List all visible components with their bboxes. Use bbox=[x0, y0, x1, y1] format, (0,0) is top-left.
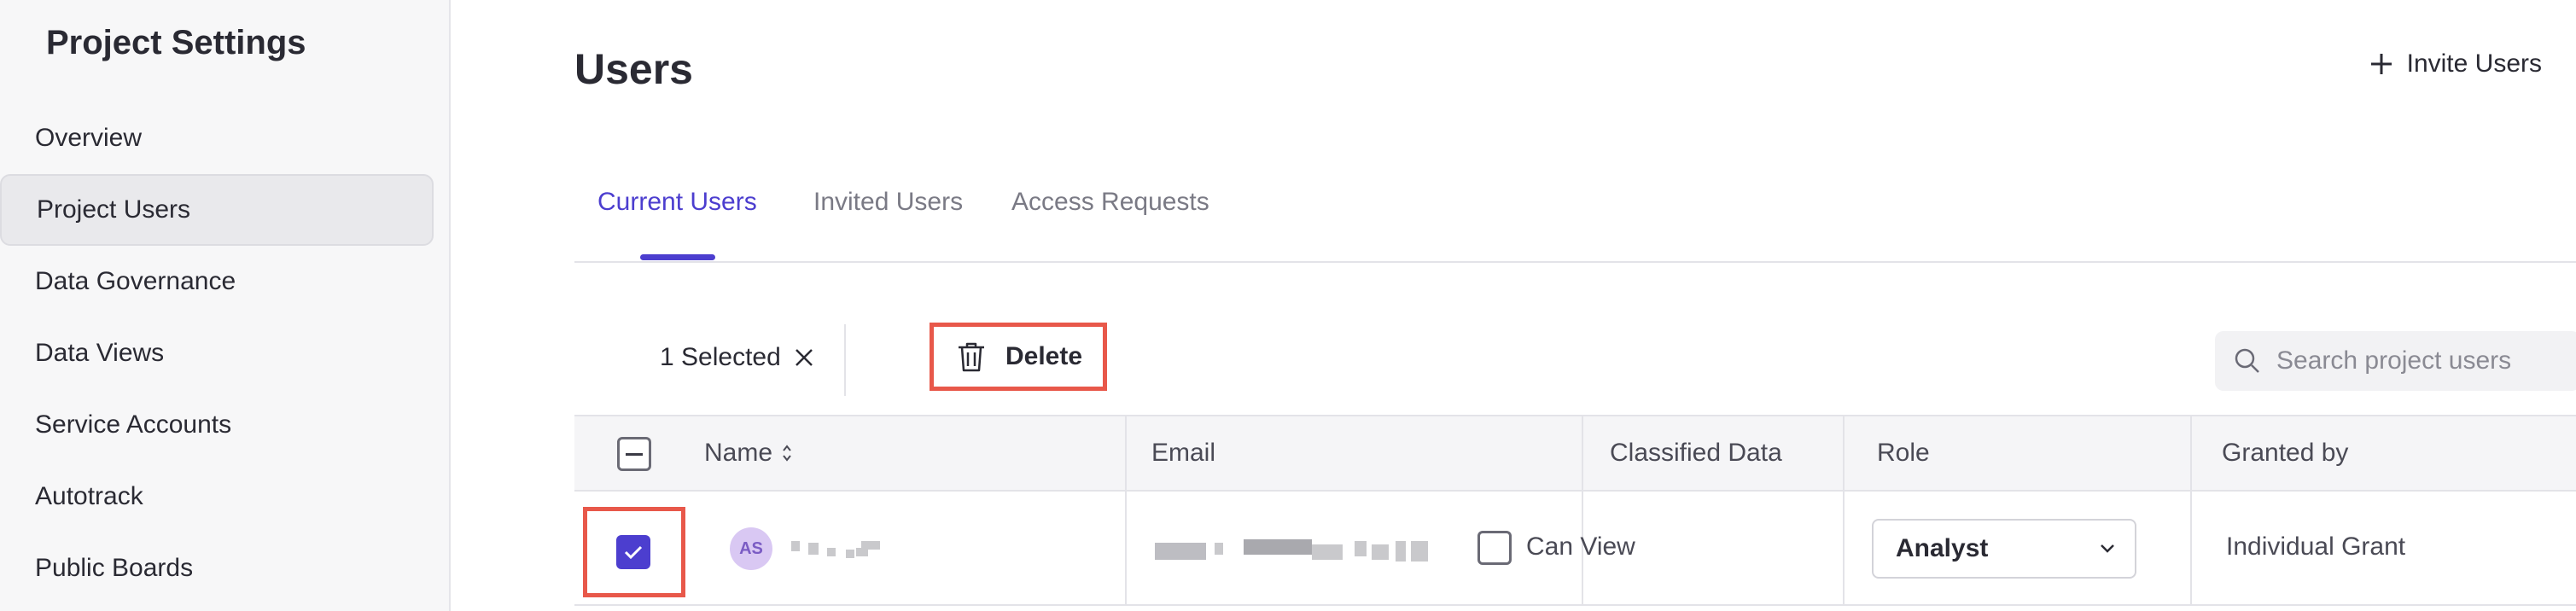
sidebar-title: Project Settings bbox=[46, 24, 306, 61]
column-separator bbox=[1125, 416, 1127, 492]
column-header-name-label: Name bbox=[704, 439, 773, 467]
search-box bbox=[2215, 331, 2576, 391]
granted-by-value: Individual Grant bbox=[2226, 532, 2406, 561]
close-icon[interactable] bbox=[793, 346, 815, 369]
column-separator bbox=[1843, 492, 1845, 604]
main-content: Users Invite Users Current Users Invited… bbox=[451, 0, 2576, 611]
search-input[interactable] bbox=[2276, 346, 2567, 375]
column-separator bbox=[1843, 416, 1845, 492]
classified-data-checkbox[interactable] bbox=[1477, 531, 1512, 565]
avatar: AS bbox=[730, 527, 772, 570]
plus-icon bbox=[2370, 54, 2392, 74]
column-separator bbox=[1125, 492, 1127, 604]
users-table: Name Email Classified Data Role Granted … bbox=[574, 415, 2576, 606]
chevron-down-icon bbox=[2101, 544, 2114, 553]
sidebar-item-data-views[interactable]: Data Views bbox=[0, 317, 451, 389]
sidebar-item-public-boards[interactable]: Public Boards bbox=[0, 532, 451, 604]
row-checkbox[interactable] bbox=[616, 535, 650, 569]
row-checkbox-highlight bbox=[583, 507, 685, 597]
invite-users-button[interactable]: Invite Users bbox=[2368, 49, 2542, 79]
sidebar-item-service-accounts[interactable]: Service Accounts bbox=[0, 389, 451, 461]
active-tab-indicator bbox=[640, 254, 715, 260]
checkmark-icon bbox=[624, 545, 643, 560]
tab-current-users[interactable]: Current Users bbox=[597, 188, 757, 217]
sort-icon bbox=[783, 445, 791, 462]
column-separator bbox=[1582, 416, 1583, 492]
search-icon bbox=[2235, 348, 2259, 373]
sidebar-item-autotrack[interactable]: Autotrack bbox=[0, 461, 451, 532]
column-header-email[interactable]: Email bbox=[1151, 439, 1215, 468]
toolbar-divider bbox=[844, 324, 846, 396]
indeterminate-icon bbox=[626, 452, 643, 456]
selection-count-label: 1 Selected bbox=[660, 343, 781, 371]
column-separator bbox=[2190, 416, 2192, 492]
sidebar-nav: Overview Project Users Data Governance D… bbox=[0, 102, 451, 604]
column-header-name[interactable]: Name bbox=[704, 439, 793, 468]
role-value: Analyst bbox=[1896, 534, 1989, 562]
column-separator bbox=[2190, 492, 2192, 604]
tab-access-requests[interactable]: Access Requests bbox=[1011, 188, 1209, 217]
sidebar-item-overview[interactable]: Overview bbox=[0, 102, 451, 174]
tab-bar: Current Users Invited Users Access Reque… bbox=[574, 171, 2576, 263]
sidebar-item-project-users[interactable]: Project Users bbox=[0, 174, 434, 246]
invite-users-label: Invite Users bbox=[2406, 49, 2542, 78]
select-all-checkbox[interactable] bbox=[617, 437, 651, 471]
sidebar: Project Settings Overview Project Users … bbox=[0, 0, 451, 611]
page-title: Users bbox=[574, 45, 693, 93]
table-header: Name Email Classified Data Role Granted … bbox=[574, 415, 2576, 492]
delete-label: Delete bbox=[1005, 342, 1083, 370]
selection-toolbar: 1 Selected Delete bbox=[574, 317, 2576, 403]
column-header-classified-data[interactable]: Classified Data bbox=[1610, 439, 1782, 468]
role-select[interactable]: Analyst bbox=[1872, 519, 2136, 579]
table-row: AS Can View Analyst Individual Grant bbox=[574, 492, 2576, 606]
column-header-granted-by[interactable]: Granted by bbox=[2222, 439, 2348, 468]
delete-button[interactable]: Delete bbox=[930, 323, 1107, 391]
selection-count: 1 Selected bbox=[660, 343, 815, 372]
sidebar-item-data-governance[interactable]: Data Governance bbox=[0, 246, 451, 317]
classified-data-label: Can View bbox=[1526, 532, 1635, 561]
tab-invited-users[interactable]: Invited Users bbox=[813, 188, 963, 217]
column-header-role[interactable]: Role bbox=[1877, 439, 1930, 468]
trash-icon bbox=[959, 342, 984, 372]
